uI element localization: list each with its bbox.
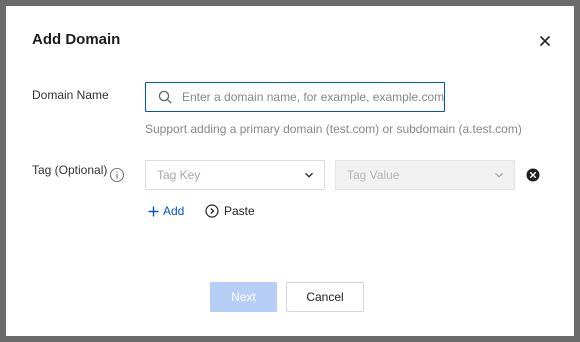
domain-help-text: Support adding a primary domain (test.co… (145, 122, 522, 136)
paste-button[interactable]: Paste (205, 204, 255, 218)
remove-tag-icon[interactable] (526, 168, 540, 182)
paste-label: Paste (224, 204, 255, 218)
add-domain-dialog: Add Domain Domain Name Support adding a … (6, 6, 574, 336)
info-icon[interactable] (109, 167, 125, 183)
tag-key-select[interactable]: Tag Key (145, 160, 325, 190)
tag-value-placeholder: Tag Value (347, 168, 400, 182)
next-button[interactable]: Next (210, 282, 277, 312)
search-icon (158, 90, 172, 104)
domain-input-wrapper[interactable] (145, 82, 445, 112)
chevron-down-icon (304, 172, 314, 178)
close-button[interactable] (534, 30, 556, 52)
domain-input[interactable] (182, 90, 444, 104)
domain-name-label: Domain Name (32, 88, 109, 102)
dialog-title: Add Domain (32, 31, 121, 48)
add-tag-label: Add (163, 204, 185, 218)
tag-label: Tag (Optional) (32, 163, 108, 177)
paste-icon (205, 204, 219, 218)
plus-icon (148, 206, 159, 216)
tag-value-select[interactable]: Tag Value (335, 160, 515, 190)
cancel-button[interactable]: Cancel (286, 282, 364, 312)
tag-key-placeholder: Tag Key (157, 168, 201, 182)
chevron-down-icon (495, 172, 503, 178)
add-tag-button[interactable]: Add (148, 204, 184, 218)
close-icon (540, 36, 550, 46)
